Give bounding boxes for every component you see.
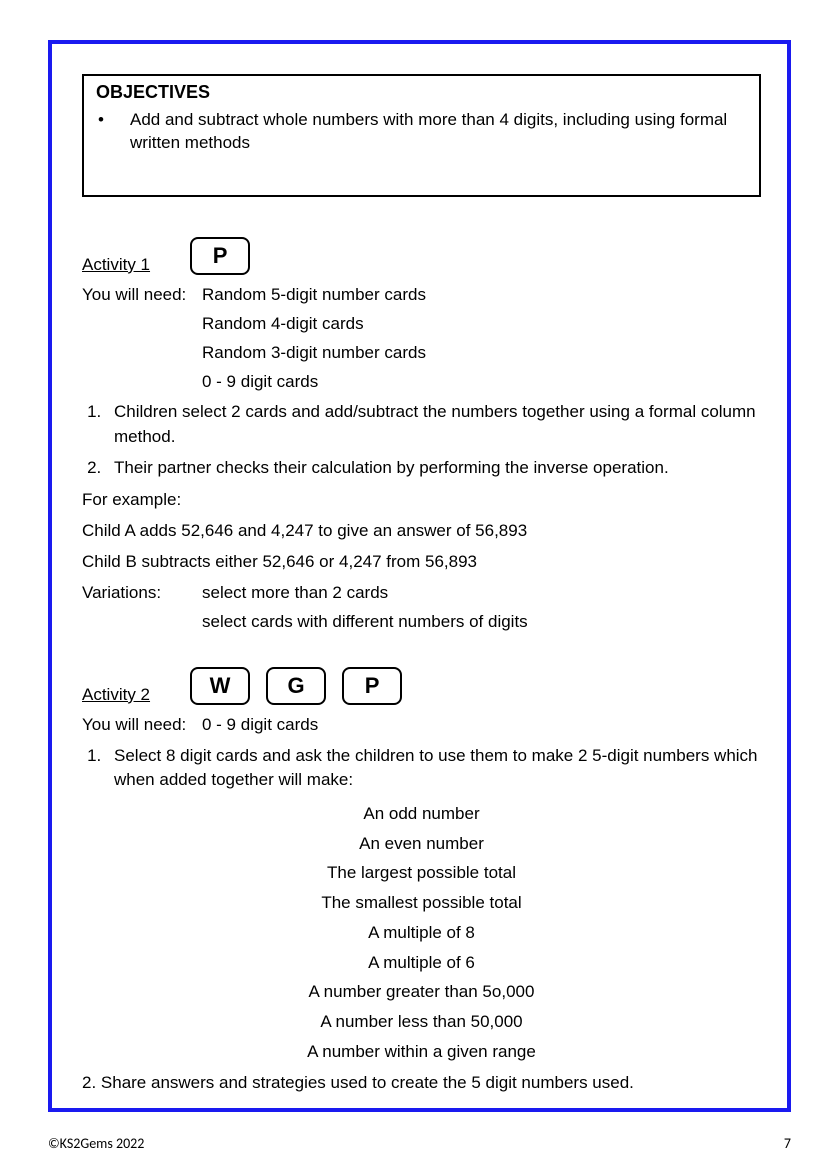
copyright: ©KS2Gems 2022 — [48, 1135, 144, 1152]
need-item: 0 - 9 digit cards — [202, 711, 761, 740]
activity2-needs: You will need: 0 - 9 digit cards — [82, 711, 761, 740]
need-item: Random 4-digit cards — [202, 310, 761, 339]
need-item: Random 3-digit number cards — [202, 339, 761, 368]
tag-p: P — [342, 667, 402, 705]
objectives-text: Add and subtract whole numbers with more… — [126, 109, 747, 155]
tag-w: W — [190, 667, 250, 705]
activity1-steps: Children select 2 cards and add/subtract… — [82, 400, 761, 480]
target-item: A multiple of 8 — [82, 918, 761, 948]
activity1-needs: You will need: Random 5-digit number car… — [82, 281, 761, 397]
activity2-steps: Select 8 digit cards and ask the childre… — [82, 744, 761, 793]
example-line: Child B subtracts either 52,646 or 4,247… — [82, 548, 761, 577]
example-label: For example: — [82, 486, 761, 515]
tag-g: G — [266, 667, 326, 705]
activity2-label: Activity 2 — [82, 685, 150, 705]
target-item: An even number — [82, 829, 761, 859]
objectives-item: • Add and subtract whole numbers with mo… — [96, 109, 747, 155]
step-item: Select 8 digit cards and ask the childre… — [106, 744, 761, 793]
step-item: Children select 2 cards and add/subtract… — [106, 400, 761, 449]
page-frame: OBJECTIVES • Add and subtract whole numb… — [48, 40, 791, 1112]
variations-label: Variations: — [82, 579, 202, 637]
need-label: You will need: — [82, 281, 202, 397]
activity1-header: Activity 1 P — [82, 237, 761, 275]
variation-item: select more than 2 cards — [202, 579, 528, 608]
target-item: A number within a given range — [82, 1037, 761, 1067]
objectives-box: OBJECTIVES • Add and subtract whole numb… — [82, 74, 761, 197]
target-item: An odd number — [82, 799, 761, 829]
example-line: Child A adds 52,646 and 4,247 to give an… — [82, 517, 761, 546]
tag-p: P — [190, 237, 250, 275]
need-label: You will need: — [82, 711, 202, 740]
activity1-variations: Variations: select more than 2 cards sel… — [82, 579, 761, 637]
step-item: Their partner checks their calculation b… — [106, 456, 761, 481]
target-item: A multiple of 6 — [82, 948, 761, 978]
activity2-header: Activity 2 W G P — [82, 667, 761, 705]
activity1-label: Activity 1 — [82, 255, 150, 275]
page-footer: ©KS2Gems 2022 7 — [48, 1135, 791, 1152]
target-item: The largest possible total — [82, 858, 761, 888]
variation-item: select cards with different numbers of d… — [202, 608, 528, 637]
activity2-step2: 2. Share answers and strategies used to … — [82, 1069, 761, 1098]
bullet-dot: • — [96, 109, 126, 132]
need-item: 0 - 9 digit cards — [202, 368, 761, 397]
target-item: A number less than 50,000 — [82, 1007, 761, 1037]
objectives-title: OBJECTIVES — [96, 82, 747, 103]
target-item: The smallest possible total — [82, 888, 761, 918]
page-number: 7 — [784, 1135, 791, 1152]
target-item: A number greater than 5o,000 — [82, 977, 761, 1007]
activity2-targets: An odd number An even number The largest… — [82, 799, 761, 1067]
need-item: Random 5-digit number cards — [202, 281, 761, 310]
